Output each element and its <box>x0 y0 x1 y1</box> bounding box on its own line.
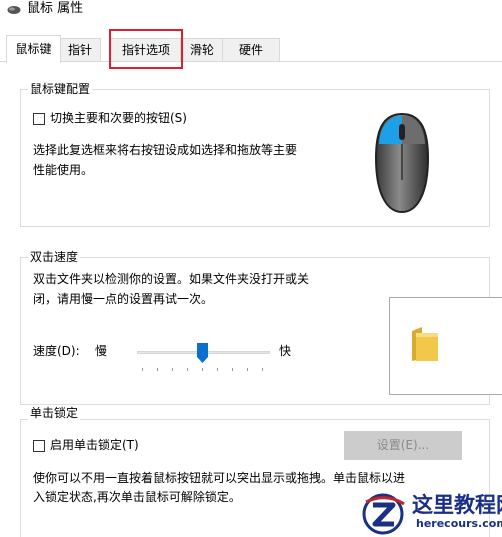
double-click-description-1: 双击文件夹以检测你的设置。如果文件夹没打开或关 <box>33 272 310 286</box>
slider-tick <box>142 368 143 371</box>
mouse-icon <box>7 6 21 14</box>
folder-icon[interactable] <box>410 325 442 363</box>
speed-slider-thumb[interactable] <box>197 343 208 363</box>
mouse-illustration-icon <box>374 112 430 214</box>
highlight-annotation <box>109 29 183 69</box>
button-config-legend: 鼠标键配置 <box>28 82 93 96</box>
tab-hardware[interactable]: 硬件 <box>222 38 280 62</box>
slider-tick <box>217 368 218 371</box>
tab-pointers[interactable]: 指针 <box>59 38 101 62</box>
button-config-description-2: 性能使用。 <box>33 163 94 177</box>
double-click-description-2: 闭，请用慢一点的设置再试一次。 <box>33 292 214 306</box>
fast-label: 快 <box>279 344 292 358</box>
click-lock-description-1: 使你可以不用一直按着鼠标按钮就可以突出显示或拖拽。单击鼠标以进 <box>33 471 406 485</box>
watermark-title: 这里教程网 <box>412 493 502 517</box>
slider-tick <box>262 368 263 371</box>
click-lock-checkbox[interactable] <box>33 440 45 452</box>
tab-mouse-buttons[interactable]: 鼠标键 <box>6 35 61 63</box>
slider-tick <box>202 368 203 371</box>
tab-divider <box>0 61 502 62</box>
watermark-url: herecours.com <box>416 517 502 530</box>
slider-tick <box>232 368 233 371</box>
slider-tick <box>157 368 158 371</box>
slider-tick <box>187 368 188 371</box>
test-folder-area[interactable] <box>389 297 502 395</box>
click-lock-label[interactable]: 启用单击锁定(T) <box>50 435 139 456</box>
title-bar: 鼠标 属性 <box>0 0 502 30</box>
tab-wheel[interactable]: 滑轮 <box>180 38 224 62</box>
watermark-logo-icon <box>362 493 405 535</box>
double-click-legend: 双击速度 <box>28 250 81 264</box>
click-lock-settings-button[interactable]: 设置(E)... <box>344 431 462 460</box>
slider-tick <box>172 368 173 371</box>
swap-buttons-label[interactable]: 切换主要和次要的按钮(S) <box>50 108 187 129</box>
swap-buttons-checkbox[interactable] <box>33 113 45 125</box>
button-config-description-1: 选择此复选框来将右按钮设成如选择和拖放等主要 <box>33 143 298 157</box>
slow-label: 慢 <box>95 344 108 358</box>
slider-tick <box>247 368 248 371</box>
click-lock-legend: 单击锁定 <box>28 406 81 420</box>
window-title: 鼠标 属性 <box>27 1 84 16</box>
speed-label: 速度(D): <box>33 344 80 358</box>
click-lock-description-2: 入锁定状态,再次单击鼠标可解除锁定。 <box>33 490 241 504</box>
